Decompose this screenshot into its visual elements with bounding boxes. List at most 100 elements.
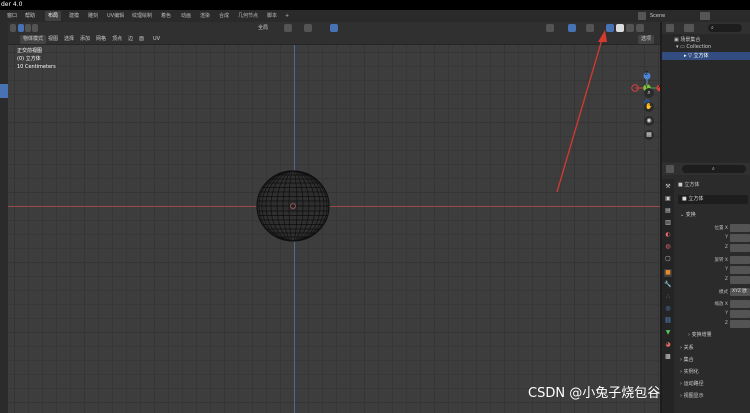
overlay-toggle-icon[interactable] xyxy=(568,24,576,32)
physics-tab-icon[interactable]: ◎ xyxy=(664,305,672,313)
modifier-tab-icon[interactable]: 🔧 xyxy=(664,281,672,289)
relations-section[interactable]: › 关系 xyxy=(680,344,694,351)
properties-editor-icon[interactable] xyxy=(666,165,674,173)
tab-texture-paint[interactable]: 纹理绘制 xyxy=(129,11,155,21)
orientation-dropdown[interactable]: 全局 xyxy=(258,23,268,33)
select-mode-edge-icon[interactable] xyxy=(25,24,31,32)
pan-hand-icon[interactable]: ✋ xyxy=(644,102,654,112)
location-z-label: Z xyxy=(724,245,728,250)
display-mode-icon[interactable] xyxy=(684,24,694,32)
view-layer-icon[interactable] xyxy=(700,12,710,20)
camera-view-icon[interactable]: ◉ xyxy=(644,116,654,126)
editor-type-icon[interactable] xyxy=(10,24,16,32)
add-workspace-button[interactable]: + xyxy=(282,11,292,21)
outliner-editor-icon[interactable] xyxy=(666,24,674,32)
menu-uv[interactable]: UV xyxy=(153,34,160,45)
location-z-field[interactable] xyxy=(730,244,750,252)
instancing-label: 实例化 xyxy=(683,369,699,375)
delta-transform-section[interactable]: › 变换增量 xyxy=(688,331,712,338)
cube-row[interactable]: ▸ ▽ 立方体 xyxy=(662,52,750,60)
gizmo-toggle-icon[interactable] xyxy=(546,24,554,32)
options-dropdown[interactable]: 选项 xyxy=(638,35,655,44)
x-axis-line xyxy=(8,206,660,207)
window-title-bar: der 4.0 xyxy=(0,0,750,10)
material-shading-icon[interactable] xyxy=(626,24,634,32)
texture-tab-icon[interactable]: ▩ xyxy=(664,353,672,361)
zoom-icon[interactable]: ⌕ xyxy=(644,88,654,98)
tab-uv-editing[interactable]: UV编辑 xyxy=(104,11,127,21)
collection-tab-icon[interactable]: ▢ xyxy=(664,255,672,263)
instancing-section[interactable]: › 实例化 xyxy=(680,368,699,375)
menu-select[interactable]: 选择 xyxy=(64,34,74,45)
view-layer-tab-icon[interactable]: ▥ xyxy=(664,219,672,227)
window-title: der 4.0 xyxy=(1,1,23,8)
mode-dropdown[interactable]: 物体模式 xyxy=(20,35,47,44)
object-name-field[interactable]: ■ 立方体 xyxy=(678,195,748,204)
data-tab-icon[interactable]: ▼ xyxy=(664,329,672,337)
scene-collection-row[interactable]: ▣ 场景集合 xyxy=(674,36,700,43)
location-x-field[interactable] xyxy=(730,224,750,232)
outliner-panel: ⌕ ▣ 场景集合 ▾ ▭ Collection ▸ ▽ 立方体 xyxy=(662,22,750,162)
scale-x-field[interactable] xyxy=(730,300,750,308)
menu-add[interactable]: 添加 xyxy=(80,34,90,45)
view-name: 正交前视图 xyxy=(17,48,43,54)
scene-icon[interactable] xyxy=(638,12,646,20)
material-tab-icon[interactable]: ◕ xyxy=(664,341,672,349)
menu-view[interactable]: 视图 xyxy=(48,34,58,45)
object-tab-icon[interactable]: ■ xyxy=(664,269,672,277)
scale-z-field[interactable] xyxy=(730,320,750,328)
visibility-label: 视图显示 xyxy=(683,393,704,399)
tab-sculpting[interactable]: 雕刻 xyxy=(85,11,101,21)
scene-selector[interactable]: Scene xyxy=(650,10,665,22)
wireframe-shading-icon[interactable] xyxy=(606,24,614,32)
cube-row-label: ▸ ▽ 立方体 xyxy=(684,53,709,59)
collection-row[interactable]: ▾ ▭ Collection xyxy=(676,44,711,50)
tab-compositing[interactable]: 合成 xyxy=(216,11,232,21)
visibility-section[interactable]: › 视图显示 xyxy=(680,392,704,399)
transform-section[interactable]: ⌄ 变换 xyxy=(680,211,696,218)
tab-modeling[interactable]: 建模 xyxy=(66,11,82,21)
snap-icon[interactable] xyxy=(304,24,312,32)
rendered-shading-icon[interactable] xyxy=(636,24,644,32)
constraints-tab-icon[interactable]: ⛓ xyxy=(664,317,672,325)
rotation-y-field[interactable] xyxy=(730,266,750,274)
tab-rendering[interactable]: 渲染 xyxy=(197,11,213,21)
object-name-value: 立方体 xyxy=(688,196,704,202)
select-mode-face-icon[interactable] xyxy=(32,24,38,32)
menu-window[interactable]: 窗口 xyxy=(7,10,17,22)
collections-section[interactable]: › 集合 xyxy=(680,356,694,363)
tab-layout[interactable]: 布局 xyxy=(45,11,62,21)
render-tab-icon[interactable]: ▣ xyxy=(664,195,672,203)
location-y-field[interactable] xyxy=(730,234,750,242)
select-mode-vertex-icon[interactable] xyxy=(18,24,24,32)
rotation-z-field[interactable] xyxy=(730,276,750,284)
outliner-search-input[interactable]: ⌕ xyxy=(708,24,742,32)
menu-mesh[interactable]: 网格 xyxy=(96,34,106,45)
rotation-mode-dropdown[interactable]: XYZ 欧 xyxy=(730,288,750,296)
solid-shading-icon[interactable] xyxy=(616,24,624,32)
scale-y-field[interactable] xyxy=(730,310,750,318)
tab-shading[interactable]: 着色 xyxy=(158,11,174,21)
menu-face[interactable]: 面 xyxy=(139,34,144,45)
motion-paths-section[interactable]: › 运动路径 xyxy=(680,380,704,387)
menu-vertex[interactable]: 顶点 xyxy=(112,34,122,45)
proportional-edit-icon[interactable] xyxy=(330,24,338,32)
menu-help[interactable]: 帮助 xyxy=(25,10,35,22)
menu-edge[interactable]: 边 xyxy=(128,34,133,45)
tool-tab-icon[interactable]: ⚒ xyxy=(664,183,672,191)
particles-tab-icon[interactable]: ∴ xyxy=(664,293,672,301)
3d-viewport[interactable]: 全局 物体模式 视图 选择 添加 网格 顶点 边 面 UV 选项 正交前视图 (… xyxy=(8,22,660,413)
ortho-toggle-grid-icon[interactable]: ▦ xyxy=(644,130,654,140)
tab-scripting[interactable]: 脚本 xyxy=(264,11,280,21)
properties-search-input[interactable]: ⌕ xyxy=(682,165,746,173)
xray-toggle-icon[interactable] xyxy=(586,24,594,32)
tab-animation[interactable]: 动画 xyxy=(178,11,194,21)
output-tab-icon[interactable]: ▤ xyxy=(664,207,672,215)
select-tool-icon[interactable] xyxy=(0,84,8,98)
world-tab-icon[interactable]: ◍ xyxy=(664,243,672,251)
pivot-icon[interactable] xyxy=(284,24,292,32)
uv-sphere-mesh[interactable] xyxy=(255,170,331,242)
scene-tab-icon[interactable]: ◐ xyxy=(664,231,672,239)
rotation-x-field[interactable] xyxy=(730,256,750,264)
tab-geometry-nodes[interactable]: 几何节点 xyxy=(235,11,261,21)
